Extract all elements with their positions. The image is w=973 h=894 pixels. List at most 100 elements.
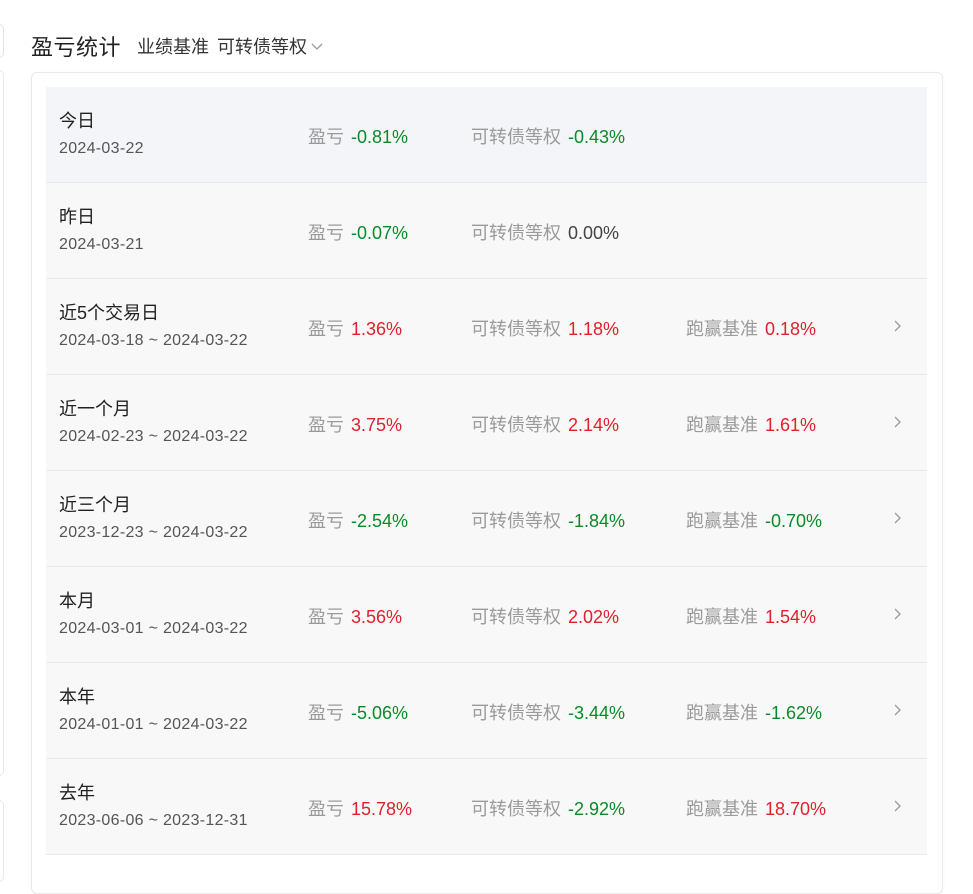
benchmark-metric-value: -0.43%	[568, 127, 626, 147]
benchmark-metric: 可转债等权 2.14%	[471, 411, 619, 437]
excess-metric-value: -0.70%	[765, 511, 823, 531]
stats-row[interactable]: 近5个交易日 2024-03-18 ~ 2024-03-22 盈亏 1.36% 可转债等…	[46, 279, 927, 375]
section-title: 盈亏统计	[31, 35, 122, 60]
excess-metric-value: 18.70%	[765, 799, 827, 819]
pnl-metric: 盈亏 -5.06%	[308, 699, 408, 725]
stats-row[interactable]: 本月 2024-03-01 ~ 2024-03-22 盈亏 3.56% 可转债等权 2.0…	[46, 567, 927, 663]
stats-row[interactable]: 近一个月 2024-02-23 ~ 2024-03-22 盈亏 3.75% 可转债等权 2…	[46, 375, 927, 471]
pnl-metric: 盈亏 -0.07%	[308, 219, 408, 245]
benchmark-metric-label: 可转债等权	[471, 607, 561, 627]
benchmark-metric: 可转债等权 2.02%	[471, 603, 619, 629]
pnl-metric-value: -5.06%	[351, 703, 409, 723]
pnl-metric-label: 盈亏	[308, 127, 344, 147]
excess-metric-value: 1.61%	[765, 415, 817, 435]
benchmark-metric-label: 可转债等权	[471, 703, 561, 723]
benchmark-metric: 可转债等权 1.18%	[471, 315, 619, 341]
benchmark-metric: 可转债等权 -3.44%	[471, 699, 625, 725]
excess-metric-label: 跑赢基准	[686, 511, 758, 531]
benchmark-metric-value: 2.02%	[568, 607, 620, 627]
benchmark-metric-label: 可转债等权	[471, 415, 561, 435]
benchmark-metric-value: 2.14%	[568, 415, 620, 435]
pnl-metric-value: 1.36%	[351, 319, 403, 339]
benchmark-metric: 可转债等权 -1.84%	[471, 507, 625, 533]
excess-metric: 跑赢基准 18.70%	[686, 795, 826, 821]
period-name: 今日	[59, 111, 95, 131]
pnl-metric: 盈亏 15.78%	[308, 795, 412, 821]
pnl-metric-value: 15.78%	[351, 799, 413, 819]
benchmark-metric-label: 可转债等权	[471, 511, 561, 531]
pnl-metric-label: 盈亏	[308, 607, 344, 627]
left-panel-edge	[0, 800, 4, 882]
excess-metric: 跑赢基准 -0.70%	[686, 507, 822, 533]
pnl-metric-value: 3.75%	[351, 415, 403, 435]
period-date: 2024-03-01 ~ 2024-03-22	[59, 620, 248, 637]
excess-metric-label: 跑赢基准	[686, 415, 758, 435]
excess-metric-label: 跑赢基准	[686, 607, 758, 627]
pnl-metric: 盈亏 -0.81%	[308, 123, 408, 149]
stats-row[interactable]: 本年 2024-01-01 ~ 2024-03-22 盈亏 -5.06% 可转债等权 -3…	[46, 663, 927, 759]
period-name: 本年	[59, 687, 95, 707]
left-panel-edge	[0, 70, 4, 776]
left-panel-edge	[0, 24, 4, 58]
period-name: 近5个交易日	[59, 303, 160, 323]
benchmark-metric-label: 可转债等权	[471, 799, 561, 819]
pnl-metric-label: 盈亏	[308, 799, 344, 819]
period-date: 2024-03-21	[59, 236, 144, 253]
excess-metric-label: 跑赢基准	[686, 703, 758, 723]
benchmark-metric-value: -1.84%	[568, 511, 626, 531]
benchmark-label: 业绩基准	[137, 37, 210, 57]
benchmark-metric-value: -2.92%	[568, 799, 626, 819]
excess-metric-value: 0.18%	[765, 319, 817, 339]
benchmark-metric-value: -3.44%	[568, 703, 626, 723]
excess-metric: 跑赢基准 1.61%	[686, 411, 816, 437]
excess-metric-label: 跑赢基准	[686, 799, 758, 819]
excess-metric-label: 跑赢基准	[686, 319, 758, 339]
pnl-metric-label: 盈亏	[308, 319, 344, 339]
benchmark-metric-value: 1.18%	[568, 319, 620, 339]
pnl-metric-value: -2.54%	[351, 511, 409, 531]
period-date: 2024-03-22	[59, 140, 144, 157]
chevron-right-icon[interactable]	[891, 510, 903, 526]
pnl-metric-label: 盈亏	[308, 703, 344, 723]
pnl-metric-value: -0.07%	[351, 223, 409, 243]
section-header: 盈亏统计 业绩基准 可转债等权	[31, 30, 325, 62]
excess-metric: 跑赢基准 -1.62%	[686, 699, 822, 725]
benchmark-metric: 可转债等权 0.00%	[471, 219, 619, 245]
pnl-metric-label: 盈亏	[308, 223, 344, 243]
pnl-metric-value: 3.56%	[351, 607, 403, 627]
period-date: 2024-01-01 ~ 2024-03-22	[59, 716, 248, 733]
stats-row[interactable]: 去年 2023-06-06 ~ 2023-12-31 盈亏 15.78% 可转债等权 -2…	[46, 759, 927, 855]
chevron-right-icon[interactable]	[891, 798, 903, 814]
benchmark-metric-value: 0.00%	[568, 223, 620, 243]
pnl-metric: 盈亏 3.75%	[308, 411, 402, 437]
benchmark-metric: 可转债等权 -0.43%	[471, 123, 625, 149]
stats-list: 今日 2024-03-22 盈亏 -0.81% 可转债等权 -0.43% 昨日 2024-03…	[46, 87, 927, 855]
stats-row: 昨日 2024-03-21 盈亏 -0.07% 可转债等权 0.00%	[46, 183, 927, 279]
period-name: 去年	[59, 783, 95, 803]
benchmark-metric-label: 可转债等权	[471, 319, 561, 339]
pnl-metric: 盈亏 3.56%	[308, 603, 402, 629]
stats-row: 今日 2024-03-22 盈亏 -0.81% 可转债等权 -0.43%	[46, 87, 927, 183]
excess-metric: 跑赢基准 1.54%	[686, 603, 816, 629]
period-name: 近三个月	[59, 495, 131, 515]
benchmark-select-value: 可转债等权	[217, 37, 308, 57]
benchmark-metric-label: 可转债等权	[471, 223, 561, 243]
pnl-metric-label: 盈亏	[308, 511, 344, 531]
period-name: 近一个月	[59, 399, 131, 419]
benchmark-metric-label: 可转债等权	[471, 127, 561, 147]
chevron-right-icon[interactable]	[891, 318, 903, 334]
period-name: 昨日	[59, 207, 95, 227]
pnl-metric-label: 盈亏	[308, 415, 344, 435]
period-date: 2023-12-23 ~ 2024-03-22	[59, 524, 248, 541]
period-date: 2024-02-23 ~ 2024-03-22	[59, 428, 248, 445]
period-date: 2023-06-06 ~ 2023-12-31	[59, 812, 248, 829]
stats-row[interactable]: 近三个月 2023-12-23 ~ 2024-03-22 盈亏 -2.54% 可转债等权…	[46, 471, 927, 567]
excess-metric-value: -1.62%	[765, 703, 823, 723]
chevron-right-icon[interactable]	[891, 414, 903, 430]
benchmark-select[interactable]: 可转债等权	[217, 33, 325, 59]
excess-metric: 跑赢基准 0.18%	[686, 315, 816, 341]
period-name: 本月	[59, 591, 95, 611]
chevron-right-icon[interactable]	[891, 702, 903, 718]
chevron-right-icon[interactable]	[891, 606, 903, 622]
benchmark-metric: 可转债等权 -2.92%	[471, 795, 625, 821]
